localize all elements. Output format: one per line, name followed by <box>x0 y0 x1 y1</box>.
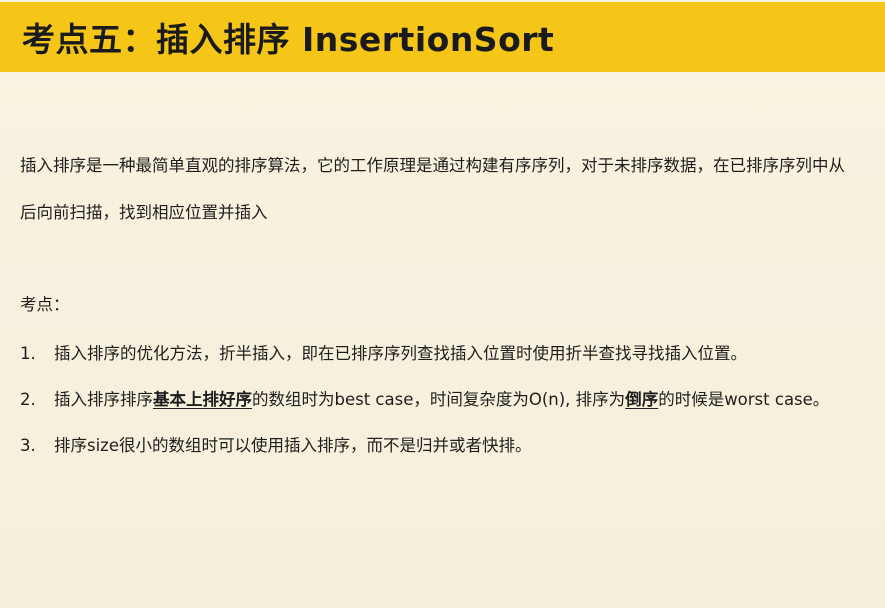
list-item-text: 插入排序排序基本上排好序的数组时为best case，时间复杂度为O(n), 排… <box>54 377 850 423</box>
slide: 考点五：插入排序 InsertionSort 插入排序是一种最简单直观的排序算法… <box>0 0 885 608</box>
emphasis-text: 倒序 <box>625 390 659 409</box>
point-text: 排序size很小的数组时可以使用插入排序，而不是归并或者快排。 <box>54 436 532 455</box>
point-text: 插入排序排序 <box>54 390 153 409</box>
list-item-text: 插入排序的优化方法，折半插入，即在已排序序列查找插入位置时使用折半查找寻找插入位… <box>54 331 850 377</box>
point-text: 插入排序的优化方法，折半插入，即在已排序序列查找插入位置时使用折半查找寻找插入位… <box>54 344 747 363</box>
key-points-label: 考点： <box>20 295 70 314</box>
list-number: 2. <box>20 390 36 409</box>
title-bar: 考点五：插入排序 InsertionSort <box>0 2 885 72</box>
list-number: 3. <box>20 436 36 455</box>
point-text: 的数组时为best case，时间复杂度为O(n), 排序为 <box>252 390 626 409</box>
list-item-text: 排序size很小的数组时可以使用插入排序，而不是归并或者快排。 <box>54 423 850 469</box>
list-item: 3. 排序size很小的数组时可以使用插入排序，而不是归并或者快排。 <box>20 423 850 469</box>
intro-paragraph: 插入排序是一种最简单直观的排序算法，它的工作原理是通过构建有序序列，对于未排序数… <box>20 156 845 222</box>
slide-title: 考点五：插入排序 InsertionSort <box>22 20 555 59</box>
key-points-list: 1. 插入排序的优化方法，折半插入，即在已排序序列查找插入位置时使用折半查找寻找… <box>20 331 850 469</box>
point-text: 的时候是worst case。 <box>658 390 830 409</box>
emphasis-text: 基本上排好序 <box>153 390 252 409</box>
list-item: 1. 插入排序的优化方法，折半插入，即在已排序序列查找插入位置时使用折半查找寻找… <box>20 331 850 377</box>
list-number: 1. <box>20 344 36 363</box>
list-item: 2. 插入排序排序基本上排好序的数组时为best case，时间复杂度为O(n)… <box>20 377 850 423</box>
